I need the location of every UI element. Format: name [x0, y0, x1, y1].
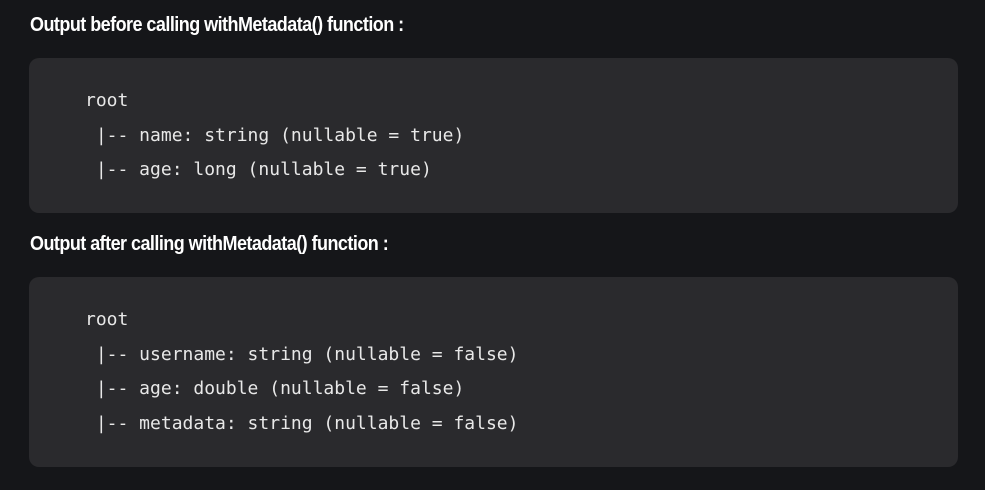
code-line: |-- age: long (nullable = true): [85, 159, 432, 180]
code-block-after: root |-- username: string (nullable = fa…: [29, 277, 958, 467]
code-line: |-- name: string (nullable = true): [85, 124, 465, 146]
code-block-before: root |-- name: string (nullable = true) …: [29, 58, 958, 213]
code-line: |-- metadata: string (nullable = false): [85, 412, 519, 434]
code-line: root: [85, 90, 129, 111]
section-heading-before: Output before calling withMetadata() fun…: [30, 14, 404, 36]
section-heading-after: Output after calling withMetadata() func…: [30, 233, 389, 255]
code-line: |-- age: double (nullable = false): [85, 378, 465, 399]
code-line: root: [85, 309, 129, 330]
code-line: |-- username: string (nullable = false): [85, 343, 519, 365]
